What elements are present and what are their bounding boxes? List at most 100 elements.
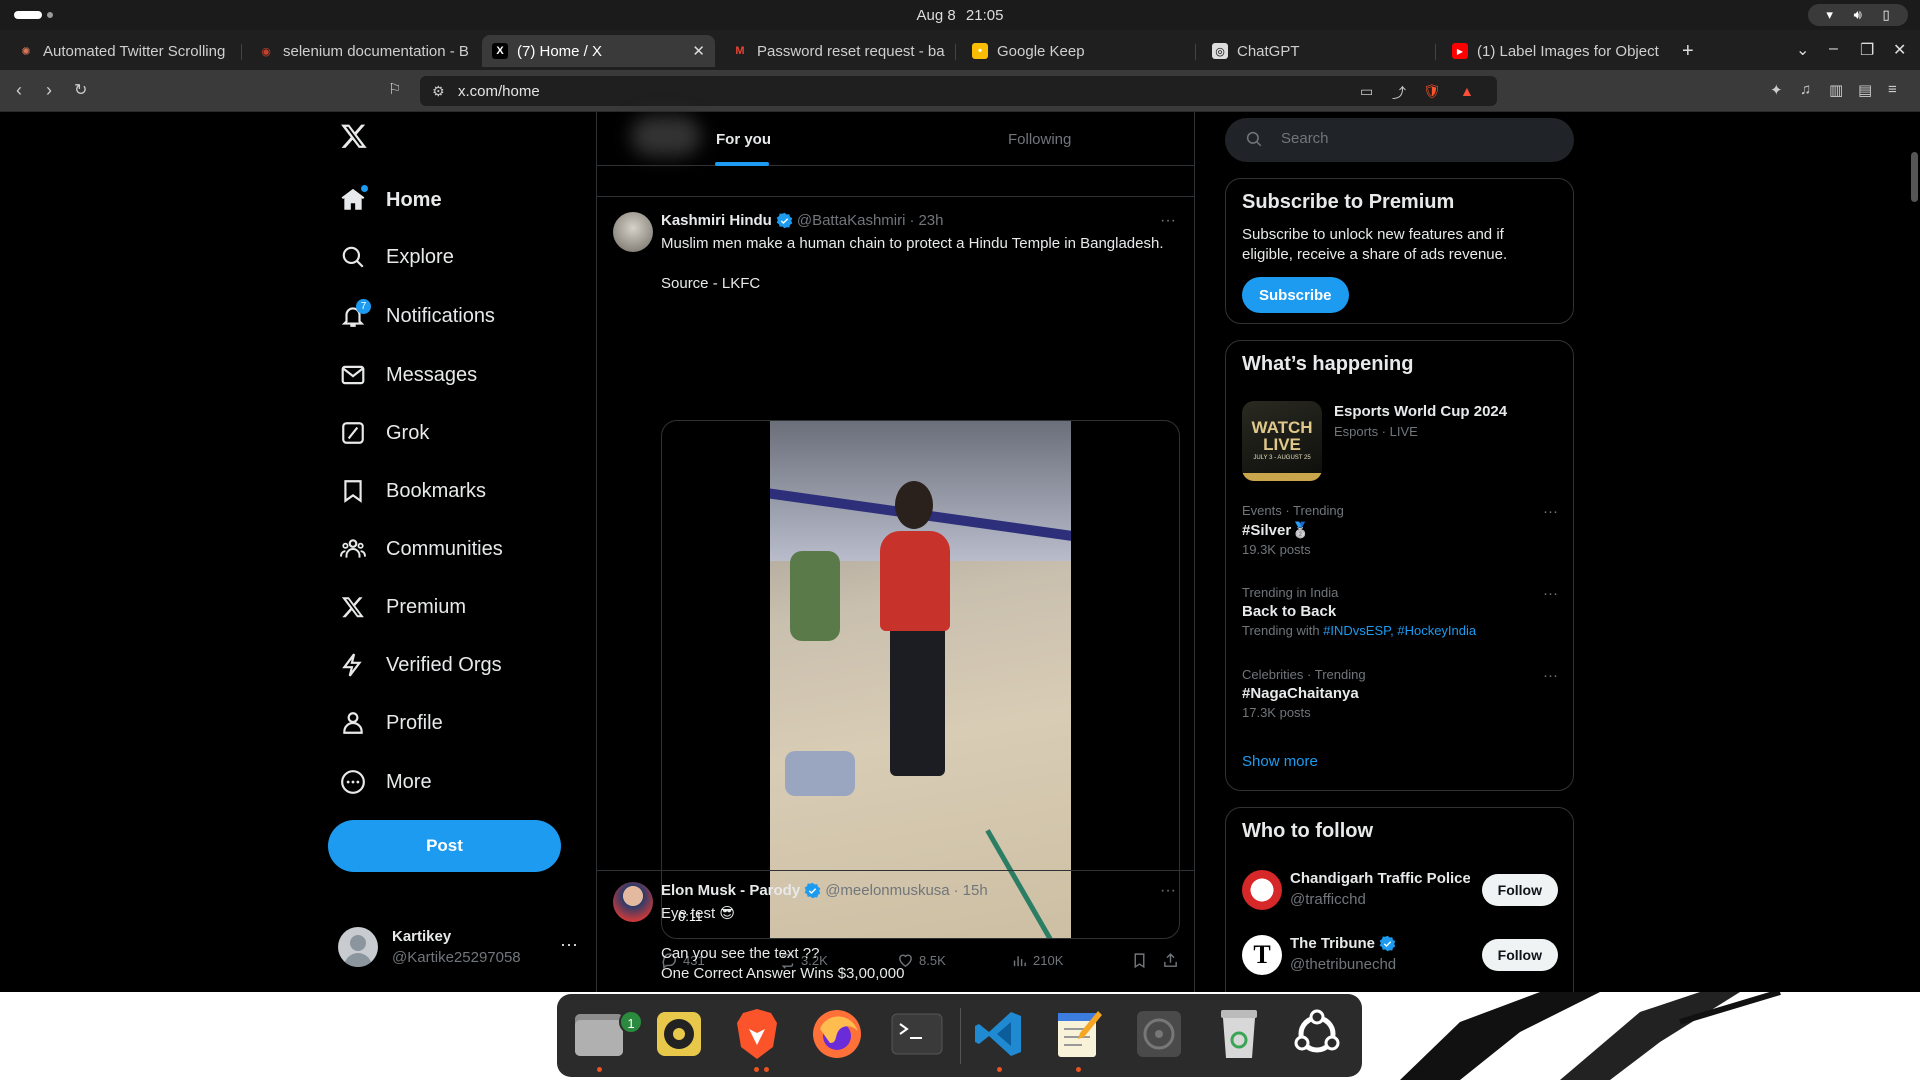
follow-suggestion[interactable]: Chandigarh Traffic Police @trafficchd Fo… bbox=[1242, 868, 1558, 912]
cast-icon[interactable]: ▭ bbox=[1360, 83, 1373, 100]
os-clock[interactable]: Aug 8 21:05 bbox=[0, 7, 1920, 24]
trend-item[interactable]: Celebrities · Trending #NagaChaitanya 17… bbox=[1242, 667, 1558, 720]
search-input[interactable] bbox=[1281, 130, 1541, 147]
follow-button[interactable]: Follow bbox=[1481, 939, 1558, 971]
tab-list-chevron-icon[interactable]: ⌄ bbox=[1796, 40, 1809, 60]
tweet-author[interactable]: Kashmiri Hindu @BattaKashmiri · 23h bbox=[661, 212, 944, 229]
tab-for-you[interactable]: For you bbox=[716, 131, 771, 148]
more-horizontal-icon[interactable]: ··· bbox=[1543, 585, 1558, 602]
brave-shields-icon[interactable]: 🛡︎ bbox=[1423, 83, 1441, 100]
dock-terminal[interactable] bbox=[887, 1004, 947, 1064]
x-logo-icon[interactable] bbox=[340, 122, 368, 150]
volume-icon: 🔊︎ bbox=[1853, 7, 1862, 22]
tweet-time: 15h bbox=[962, 882, 988, 899]
trend-tags[interactable]: #INDvsESP, #HockeyIndia bbox=[1323, 623, 1476, 638]
menu-icon[interactable]: ≡ bbox=[1888, 81, 1897, 98]
dock-vscode[interactable] bbox=[969, 1004, 1029, 1064]
sidebar-item-notifications[interactable]: 7 Notifications bbox=[340, 296, 495, 336]
page-scrollbar[interactable] bbox=[1908, 112, 1920, 992]
browser-tab[interactable]: M Password reset request - ba bbox=[722, 35, 950, 67]
sidebar-item-verified-orgs[interactable]: Verified Orgs bbox=[340, 645, 502, 685]
more-horizontal-icon[interactable]: ··· bbox=[1543, 667, 1558, 684]
who-to-follow-card: Who to follow Chandigarh Traffic Police … bbox=[1225, 807, 1574, 1007]
sidebar-toggle-icon[interactable]: ▥ bbox=[1829, 81, 1843, 99]
new-tab-icon[interactable]: + bbox=[1682, 40, 1694, 63]
sidebar-item-home[interactable]: Home bbox=[340, 180, 442, 220]
reload-icon[interactable]: ↻ bbox=[74, 80, 87, 100]
forward-icon[interactable]: › bbox=[46, 80, 52, 101]
lightning-icon bbox=[340, 652, 366, 678]
site-info-icon[interactable]: ⚙ bbox=[432, 83, 445, 100]
bookmark-page-icon[interactable]: ⚐ bbox=[388, 80, 401, 98]
featured-title: Esports World Cup 2024 bbox=[1334, 403, 1508, 420]
tab-following[interactable]: Following bbox=[1008, 131, 1071, 148]
wallet-icon[interactable]: ▤ bbox=[1858, 81, 1872, 99]
browser-tab[interactable]: ◎ ChatGPT bbox=[1202, 35, 1430, 67]
account-switcher[interactable]: Kartikey @Kartike25297058 ··· bbox=[338, 922, 578, 972]
tweet-author[interactable]: Elon Musk - Parody @meelonmuskusa · 15h bbox=[661, 882, 988, 899]
search-icon bbox=[340, 244, 366, 270]
gmail-favicon-icon: M bbox=[735, 45, 745, 57]
media-icon[interactable]: ♫ bbox=[1800, 81, 1811, 98]
sidebar-item-bookmarks[interactable]: Bookmarks bbox=[340, 471, 486, 511]
tweet[interactable]: Elon Musk - Parody @meelonmuskusa · 15h … bbox=[597, 870, 1194, 992]
search-box[interactable] bbox=[1225, 118, 1574, 162]
brave-rewards-icon[interactable]: ▲ bbox=[1460, 83, 1474, 99]
featured-event[interactable]: Esports World Cup 2024 Esports · LIVE bbox=[1334, 403, 1507, 439]
browser-tab[interactable]: ◉ selenium documentation - B bbox=[248, 35, 476, 67]
more-horizontal-icon[interactable]: ··· bbox=[1160, 882, 1176, 900]
close-window-icon[interactable]: ✕ bbox=[1893, 40, 1906, 60]
sidebar-item-messages[interactable]: Messages bbox=[340, 355, 477, 395]
avatar[interactable] bbox=[613, 212, 653, 252]
x-logo-icon bbox=[340, 594, 366, 620]
avatar bbox=[338, 927, 378, 967]
more-horizontal-icon[interactable]: ··· bbox=[560, 934, 578, 955]
sidebar-item-communities[interactable]: Communities bbox=[340, 529, 503, 569]
maximize-icon[interactable]: ❐ bbox=[1860, 40, 1874, 60]
browser-tab-active[interactable]: X (7) Home / X ✕ bbox=[482, 35, 715, 67]
sidebar-item-profile[interactable]: Profile bbox=[340, 703, 443, 743]
url-text[interactable]: x.com/home bbox=[458, 83, 540, 100]
minimize-icon[interactable]: – bbox=[1829, 40, 1838, 58]
whats-happening-title: What’s happening bbox=[1242, 353, 1414, 375]
browser-tab[interactable]: • Google Keep bbox=[962, 35, 1190, 67]
tab-close-icon[interactable]: ✕ bbox=[692, 42, 705, 60]
share-icon[interactable]: ⤴ bbox=[1392, 83, 1406, 103]
dock-brave[interactable] bbox=[727, 1004, 787, 1064]
notification-count-badge: 7 bbox=[356, 299, 371, 314]
back-icon[interactable]: ‹ bbox=[16, 80, 22, 101]
show-more-link[interactable]: Show more bbox=[1242, 753, 1318, 770]
address-bar[interactable]: ⚙ x.com/home ▭ ⤴ 🛡︎ ▲ bbox=[420, 76, 1497, 106]
dock-files[interactable]: 1 bbox=[569, 1004, 643, 1064]
sidebar-item-grok[interactable]: Grok bbox=[340, 413, 429, 453]
avatar[interactable] bbox=[613, 882, 653, 922]
more-horizontal-icon[interactable]: ··· bbox=[1543, 503, 1558, 520]
dock-firefox[interactable] bbox=[807, 1004, 867, 1064]
author-name: Elon Musk - Parody bbox=[661, 882, 801, 899]
grok-icon bbox=[340, 420, 366, 446]
dock-show-apps[interactable] bbox=[1287, 1004, 1347, 1064]
sidebar-item-more[interactable]: More bbox=[340, 762, 432, 802]
dock-disks[interactable] bbox=[1129, 1004, 1189, 1064]
dock-text-editor[interactable] bbox=[1049, 1004, 1109, 1064]
browser-tab[interactable]: ▶ (1) Label Images for Object bbox=[1442, 35, 1670, 67]
trend-item[interactable]: Trending in India Back to Back Trending … bbox=[1242, 585, 1558, 638]
system-tray[interactable]: ▾ 🔊︎ ▯ bbox=[1808, 4, 1908, 26]
sidebar-item-premium[interactable]: Premium bbox=[340, 587, 466, 627]
esports-thumbnail[interactable]: WATCH LIVE JULY 3 - AUGUST 25 bbox=[1242, 401, 1322, 481]
disk-icon bbox=[1137, 1011, 1181, 1057]
more-horizontal-icon[interactable]: ··· bbox=[1160, 212, 1176, 230]
extensions-icon[interactable]: ✦ bbox=[1770, 81, 1783, 99]
follow-button[interactable]: Follow bbox=[1481, 874, 1558, 906]
dock-trash[interactable] bbox=[1209, 1004, 1269, 1064]
tweet[interactable]: Kashmiri Hindu @BattaKashmiri · 23h ··· … bbox=[597, 196, 1194, 984]
trend-item[interactable]: Events · Trending #Silver🥈 19.3K posts ·… bbox=[1242, 503, 1558, 557]
browser-tab[interactable]: ✺ Automated Twitter Scrolling bbox=[8, 35, 236, 67]
sidebar-item-explore[interactable]: Explore bbox=[340, 237, 454, 277]
follow-suggestion[interactable]: T The Tribune @thetribunechd Follow bbox=[1242, 933, 1558, 977]
dock-rhythmbox[interactable] bbox=[649, 1004, 709, 1064]
subscribe-button[interactable]: Subscribe bbox=[1242, 277, 1349, 313]
post-button[interactable]: Post bbox=[328, 820, 561, 872]
tweet-video[interactable]: 0:11 bbox=[661, 420, 1180, 939]
sidebar-item-label: Profile bbox=[386, 711, 443, 734]
